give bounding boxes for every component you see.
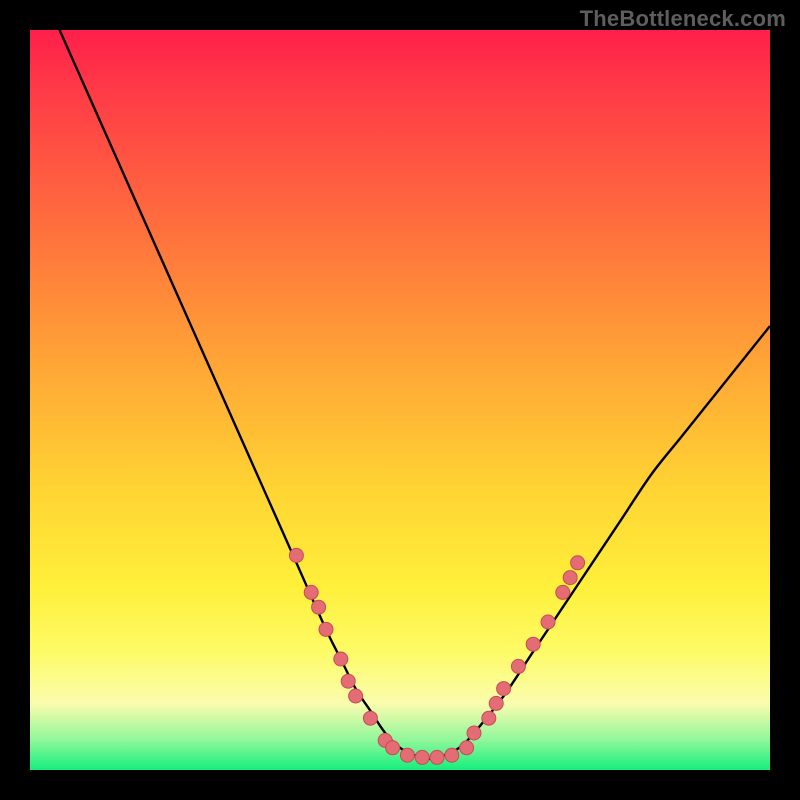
data-marker xyxy=(511,659,525,673)
data-marker xyxy=(526,637,540,651)
bottleneck-curve xyxy=(60,30,770,759)
data-marker xyxy=(541,615,555,629)
data-marker xyxy=(482,711,496,725)
data-marker xyxy=(563,571,577,585)
plot-overlay xyxy=(30,30,770,770)
data-marker xyxy=(430,750,444,764)
data-markers xyxy=(289,548,584,764)
data-marker xyxy=(312,600,326,614)
watermark-text: TheBottleneck.com xyxy=(580,6,786,32)
data-marker xyxy=(415,750,429,764)
data-marker xyxy=(386,741,400,755)
data-marker xyxy=(304,585,318,599)
data-marker xyxy=(349,689,363,703)
data-marker xyxy=(497,682,511,696)
plot-area xyxy=(30,30,770,770)
data-marker xyxy=(445,748,459,762)
data-marker xyxy=(334,652,348,666)
data-marker xyxy=(489,696,503,710)
data-marker xyxy=(556,585,570,599)
data-marker xyxy=(571,556,585,570)
data-marker xyxy=(400,748,414,762)
chart-frame: TheBottleneck.com xyxy=(0,0,800,800)
data-marker xyxy=(460,741,474,755)
data-marker xyxy=(289,548,303,562)
data-marker xyxy=(363,711,377,725)
data-marker xyxy=(341,674,355,688)
data-marker xyxy=(467,726,481,740)
data-marker xyxy=(319,622,333,636)
